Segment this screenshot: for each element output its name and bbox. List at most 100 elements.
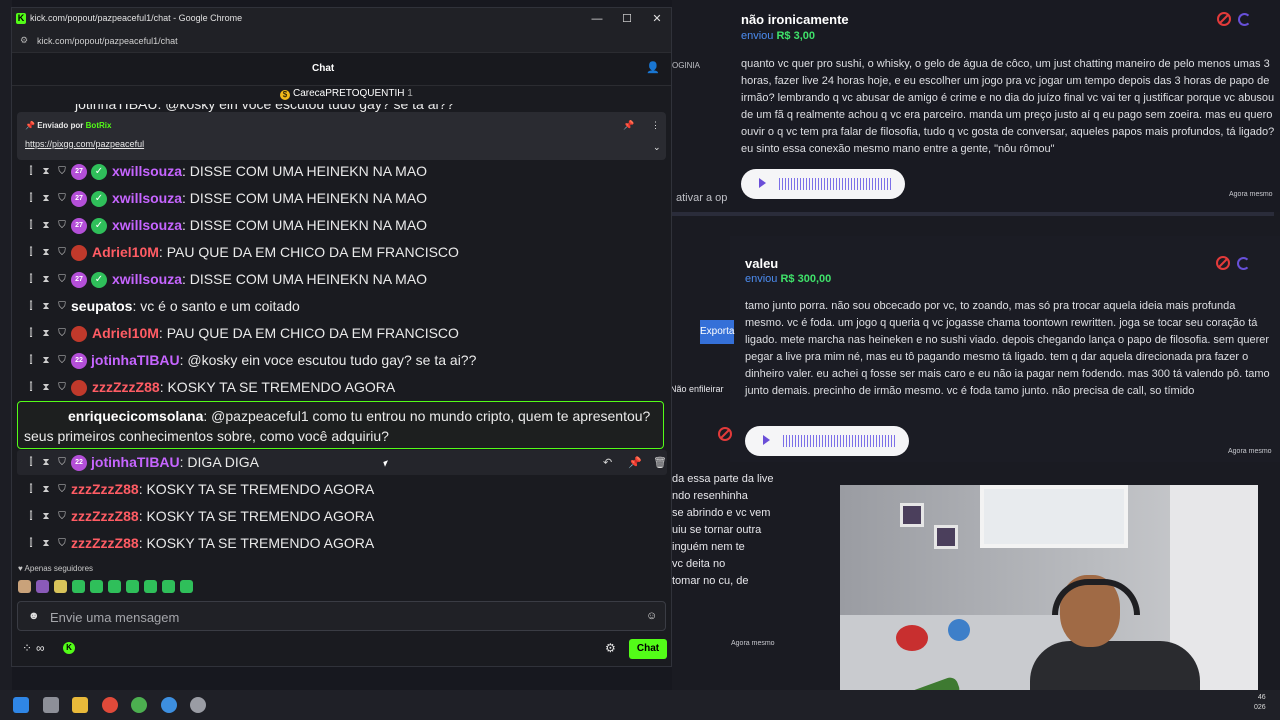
- audio-player[interactable]: [745, 426, 909, 456]
- chat-message[interactable]: ⫿ ⧗ ⛉ 27 ✓ xwillsouza: DISSE COM UMA HEINEKN …: [12, 158, 671, 185]
- chat-message[interactable]: ⫿ ⧗ ⛉ 27 ✓ xwillsouza: DISSE COM UMA HEINEKN …: [12, 266, 671, 293]
- shield-icon[interactable]: ⛉: [56, 239, 68, 266]
- username[interactable]: Adriel10M: [92, 244, 159, 260]
- timeout-icon[interactable]: ⧗: [40, 239, 52, 266]
- pin-icon[interactable]: ⫿: [25, 374, 37, 401]
- chrome-icon[interactable]: [131, 697, 147, 713]
- pin-icon[interactable]: 📌: [628, 456, 642, 469]
- timeout-icon[interactable]: ⧗: [40, 374, 52, 401]
- folder-icon[interactable]: [72, 697, 88, 713]
- username[interactable]: seupatos: [71, 298, 132, 314]
- username[interactable]: jotinhaTIBAU: [91, 454, 180, 470]
- username[interactable]: zzzZzzZ88: [71, 535, 139, 551]
- pin-icon[interactable]: ⫿: [25, 476, 37, 503]
- app-icon[interactable]: [190, 697, 206, 713]
- timeout-icon[interactable]: ⧗: [40, 530, 52, 557]
- ban-icon[interactable]: [1217, 12, 1231, 26]
- username[interactable]: zzzZzzZ88: [92, 379, 160, 395]
- chat-message[interactable]: ⫿ ⧗ ⛉ zzzZzzZ88: KOSKY TA SE TREMENDO AGORA: [12, 374, 671, 401]
- message-input[interactable]: [48, 602, 612, 632]
- pin-icon[interactable]: ⫿: [25, 449, 37, 476]
- shield-icon[interactable]: ⛉: [56, 158, 68, 185]
- top-pinned-user[interactable]: $ CarecaPRETOQUENTIH 1: [280, 88, 413, 100]
- chat-message[interactable]: ⫿ ⧗ ⛉ 22 jotinhaTIBAU: DIGA DIGA: [12, 449, 671, 476]
- ban-icon[interactable]: [718, 427, 732, 441]
- emote-icon[interactable]: [36, 580, 49, 593]
- emote-picker-icon[interactable]: ☻: [28, 610, 40, 622]
- chat-message[interactable]: ⫿ ⧗ ⛉ 27 ✓ xwillsouza: DISSE COM UMA HEINEKN …: [12, 212, 671, 239]
- username[interactable]: jotinhaTIBAU: [91, 352, 180, 368]
- highlighted-message[interactable]: enriquecicomsolana: @pazpeaceful1 como t…: [17, 401, 664, 449]
- timeout-icon[interactable]: ⧗: [40, 503, 52, 530]
- calculator-icon[interactable]: [43, 697, 59, 713]
- emote-icon[interactable]: [18, 580, 31, 593]
- shield-icon[interactable]: ⛉: [56, 347, 68, 374]
- timeout-icon[interactable]: ⧗: [40, 212, 52, 239]
- more-icon[interactable]: ⋮: [651, 120, 660, 131]
- pin-icon[interactable]: ⫿: [25, 185, 37, 212]
- audio-player[interactable]: [741, 169, 905, 199]
- emote-icon[interactable]: [144, 580, 157, 593]
- ban-icon[interactable]: [1216, 256, 1230, 270]
- shield-icon[interactable]: ⛉: [56, 449, 68, 476]
- pin-icon[interactable]: ⫿: [25, 503, 37, 530]
- username[interactable]: enriquecicomsolana: [68, 408, 203, 424]
- pin-icon[interactable]: ⫿: [25, 239, 37, 266]
- shield-icon[interactable]: ⛉: [56, 212, 68, 239]
- username[interactable]: zzzZzzZ88: [71, 508, 139, 524]
- username[interactable]: xwillsouza: [112, 271, 182, 287]
- send-chat-button[interactable]: Chat: [629, 639, 667, 659]
- play-icon[interactable]: [759, 178, 766, 188]
- chat-message[interactable]: ⫿ ⧗ ⛉ seupatos: vc é o santo e um coitado: [12, 293, 671, 320]
- maximize-button[interactable]: ☐: [613, 10, 641, 28]
- timeout-icon[interactable]: ⧗: [40, 320, 52, 347]
- chat-message[interactable]: ⫿ ⧗ ⛉ 27 ✓ xwillsouza: DISSE COM UMA HEINEKN …: [12, 185, 671, 212]
- kick-logo-icon[interactable]: K: [63, 642, 75, 654]
- timeout-icon[interactable]: ⧗: [40, 293, 52, 320]
- chrome-icon[interactable]: [161, 697, 177, 713]
- emote-icon[interactable]: [180, 580, 193, 593]
- play-icon[interactable]: [763, 435, 770, 445]
- timeout-icon[interactable]: ⧗: [40, 158, 52, 185]
- export-button[interactable]: Exporta: [700, 320, 734, 344]
- pin-icon[interactable]: ⫿: [25, 293, 37, 320]
- timeout-icon[interactable]: ⧗: [40, 266, 52, 293]
- emote-icon[interactable]: [90, 580, 103, 593]
- shield-icon[interactable]: ⛉: [56, 503, 68, 530]
- replay-icon[interactable]: [1237, 257, 1250, 270]
- pin-icon[interactable]: ⫿: [25, 158, 37, 185]
- shield-icon[interactable]: ⛉: [56, 266, 68, 293]
- start-icon[interactable]: [13, 697, 29, 713]
- emote-icon[interactable]: [162, 580, 175, 593]
- chevron-down-icon[interactable]: ⌄: [653, 142, 661, 153]
- address-bar[interactable]: ⚙ kick.com/popout/pazpeaceful1/chat: [12, 30, 671, 53]
- username[interactable]: xwillsouza: [112, 217, 182, 233]
- minimize-button[interactable]: —: [583, 10, 611, 28]
- timeout-icon[interactable]: ⧗: [40, 185, 52, 212]
- users-icon[interactable]: 👤: [646, 62, 660, 74]
- timeout-icon[interactable]: ⧗: [40, 476, 52, 503]
- delete-icon[interactable]: 🗑: [653, 456, 667, 469]
- pin-icon[interactable]: ⫿: [25, 266, 37, 293]
- pinned-message-card[interactable]: 📌 Enviado por BotRix https://pixgg.com/p…: [17, 112, 666, 160]
- shield-icon[interactable]: ⛉: [56, 530, 68, 557]
- chat-message[interactable]: ⫿ ⧗ ⛉ Adriel10M: PAU QUE DA EM CHICO DA EM …: [12, 320, 671, 347]
- shield-icon[interactable]: ⛉: [56, 293, 68, 320]
- emote-icon[interactable]: [108, 580, 121, 593]
- chat-message[interactable]: ⫿ ⧗ ⛉ zzzZzzZ88: KOSKY TA SE TREMENDO AGORA: [12, 530, 671, 557]
- pin-icon[interactable]: 📌: [623, 120, 634, 131]
- shield-icon[interactable]: ⛉: [56, 320, 68, 347]
- username[interactable]: xwillsouza: [112, 163, 182, 179]
- settings-gear-icon[interactable]: ⚙: [605, 641, 616, 655]
- chat-message[interactable]: ⫿ ⧗ ⛉ zzzZzzZ88: KOSKY TA SE TREMENDO AGORA: [12, 476, 671, 503]
- title-bar[interactable]: K kick.com/popout/pazpeaceful1/chat - Go…: [12, 8, 671, 30]
- emoji-icon[interactable]: ☺: [646, 610, 657, 622]
- shield-icon[interactable]: ⛉: [56, 185, 68, 212]
- chat-message[interactable]: ⫿ ⧗ ⛉ zzzZzzZ88: KOSKY TA SE TREMENDO AGORA: [12, 503, 671, 530]
- timeout-icon[interactable]: ⧗: [40, 449, 52, 476]
- username[interactable]: zzzZzzZ88: [71, 481, 139, 497]
- pin-icon[interactable]: ⫿: [25, 530, 37, 557]
- close-button[interactable]: ✕: [643, 10, 671, 28]
- pin-icon[interactable]: ⫿: [25, 320, 37, 347]
- chat-message[interactable]: ⫿ ⧗ ⛉ Adriel10M: PAU QUE DA EM CHICO DA EM …: [12, 239, 671, 266]
